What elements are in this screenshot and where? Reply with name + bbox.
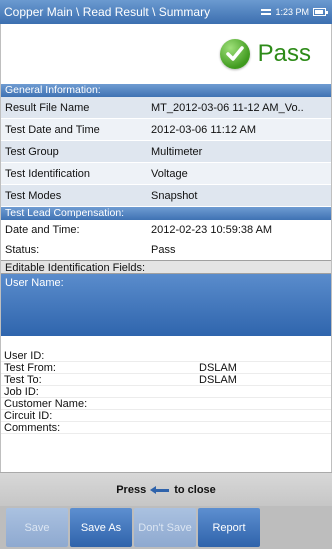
close-hint: Press to close [0,472,332,506]
dont-save-button[interactable]: Don't Save [134,508,196,547]
user-name-field[interactable]: User Name: [1,274,331,336]
field-label: Test Identification [5,167,90,180]
button-bar: Save Save As Don't Save Report [0,506,332,549]
editable-field-row[interactable]: Test From: DSLAM [1,362,331,374]
editable-field-row[interactable]: Circuit ID: [1,410,331,422]
info-row: Test Group Multimeter [1,141,331,163]
field-label: Test Modes [5,189,62,202]
user-name-label: User Name: [5,277,64,289]
general-info-table: Result File Name MT_2012-03-06 11-12 AM_V… [1,97,331,207]
field-label: Test Date and Time [5,123,100,136]
field-label: Status: [5,244,40,256]
info-row: Test Date and Time 2012-03-06 11:12 AM [1,119,331,141]
lead-compensation-header: Test Lead Compensation: [1,207,331,220]
save-as-button[interactable]: Save As [70,508,132,547]
battery-icon [313,8,328,16]
hint-close: to close [174,483,216,496]
hint-press: Press [116,483,147,496]
checkmark-icon [219,39,250,69]
editable-fields-header: Editable Identification Fields: [1,260,331,274]
result-indicator: Pass [1,24,331,84]
clock: 1:23 PM [275,7,309,17]
lead-row: Status: Pass [1,240,331,260]
field-label: Comments: [4,421,61,434]
field-label: Job ID: [4,385,39,398]
field-value: Multimeter [151,145,203,158]
blank-row [1,336,331,350]
result-status: Pass [257,40,311,67]
info-row: Test Identification Voltage [1,163,331,185]
field-label: Test From: [4,361,56,374]
field-value: 2012-03-06 11:12 AM [151,123,256,136]
field-value: Snapshot [151,189,198,202]
enter-arrow-icon [150,485,170,494]
field-label: Customer Name: [4,397,88,410]
lead-row: Date and Time: 2012-02-23 10:59:38 AM [1,220,331,240]
window-title: Copper Main \ Read Result \ Summary [4,5,211,19]
field-value: DSLAM [199,373,237,386]
title-bar: Copper Main \ Read Result \ Summary 1:23… [0,0,332,24]
identification-fields: User ID: Test From: DSLAM Test To: DSLAM Job … [1,350,331,434]
field-label: Test Group [5,145,59,158]
field-label: Date and Time: [5,224,80,236]
field-label: Circuit ID: [4,409,53,422]
summary-panel: Pass General Information: Result File Na… [0,24,332,472]
save-button[interactable]: Save [6,508,68,547]
field-value: DSLAM [199,361,237,374]
field-value: Voltage [151,167,188,180]
field-label: Result File Name [5,101,90,114]
field-value: MT_2012-03-06 11-12 AM_Vo.. [151,101,304,114]
field-value: 2012-02-23 10:59:38 AM [151,224,273,236]
editable-field-row[interactable]: Job ID: [1,386,331,398]
info-row: Test Modes Snapshot [1,185,331,207]
editable-field-row[interactable]: User ID: [1,350,331,362]
editable-field-row[interactable]: Customer Name: [1,398,331,410]
field-label: Test To: [4,373,42,386]
field-label: User ID: [4,349,45,362]
lead-compensation-table: Date and Time: 2012-02-23 10:59:38 AM Stat… [1,220,331,260]
editable-field-row[interactable]: Comments: [1,422,331,434]
editable-field-row[interactable]: Test To: DSLAM [1,374,331,386]
field-value: Pass [151,244,176,256]
general-info-header: General Information: [1,84,331,97]
info-row: Result File Name MT_2012-03-06 11-12 AM_V… [1,97,331,119]
status-area: 1:23 PM [261,7,332,17]
report-button[interactable]: Report [198,508,260,547]
network-icon [261,8,272,16]
